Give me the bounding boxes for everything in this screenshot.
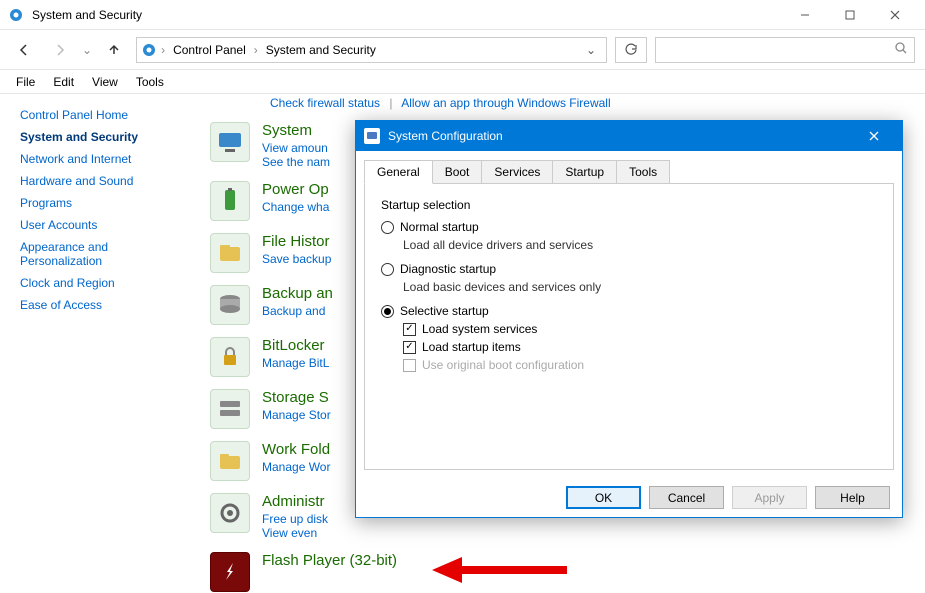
msconfig-icon — [364, 128, 380, 144]
chevron-right-icon[interactable]: › — [161, 43, 165, 57]
nav-forward-button[interactable] — [46, 36, 74, 64]
tab-pane-general: Startup selection Normal startup Load al… — [364, 183, 894, 470]
sidebar-item-home[interactable]: Control Panel Home — [20, 104, 190, 126]
backup-icon — [210, 285, 250, 325]
menu-file[interactable]: File — [8, 73, 43, 91]
chevron-right-icon[interactable]: › — [254, 43, 258, 57]
control-panel-icon — [8, 7, 24, 23]
sidebar-item-ease[interactable]: Ease of Access — [20, 294, 190, 316]
flash-icon — [210, 552, 250, 592]
dialog-close-button[interactable] — [854, 121, 894, 151]
menubar: File Edit View Tools — [0, 70, 925, 94]
check-label: Use original boot configuration — [422, 358, 584, 372]
check-load-startup-items[interactable]: Load startup items — [403, 340, 877, 354]
radio-label: Selective startup — [400, 304, 489, 318]
work-folders-icon — [210, 441, 250, 481]
dialog-titlebar[interactable]: System Configuration — [356, 121, 902, 151]
radio-label: Diagnostic startup — [400, 262, 496, 276]
bitlocker-icon — [210, 337, 250, 377]
system-configuration-dialog: System Configuration General Boot Servic… — [355, 120, 903, 518]
tab-tools[interactable]: Tools — [616, 160, 670, 184]
system-icon — [210, 122, 250, 162]
window-controls — [782, 0, 917, 30]
checkbox-icon — [403, 323, 416, 336]
firewall-links: Check firewall status | Allow an app thr… — [210, 94, 915, 116]
tab-boot[interactable]: Boot — [432, 160, 483, 184]
navbar: ⌄ › Control Panel › System and Security … — [0, 30, 925, 70]
radio-icon — [381, 221, 394, 234]
storage-icon — [210, 389, 250, 429]
address-bar[interactable]: › Control Panel › System and Security ⌄ — [136, 37, 607, 63]
cancel-button[interactable]: Cancel — [649, 486, 724, 509]
check-load-system-services[interactable]: Load system services — [403, 322, 877, 336]
radio-diagnostic-startup[interactable]: Diagnostic startup — [381, 262, 877, 276]
check-label: Load startup items — [422, 340, 521, 354]
ok-button[interactable]: OK — [566, 486, 641, 509]
search-input[interactable] — [655, 37, 915, 63]
dialog-button-row: OK Cancel Apply Help — [356, 478, 902, 517]
menu-edit[interactable]: Edit — [45, 73, 82, 91]
category-title: Flash Player (32-bit) — [262, 552, 915, 569]
sidebar-item-clock[interactable]: Clock and Region — [20, 272, 190, 294]
menu-view[interactable]: View — [84, 73, 126, 91]
titlebar: System and Security — [0, 0, 925, 30]
category-flash-player[interactable]: Flash Player (32-bit) — [210, 546, 915, 593]
sidebar-item-hardware[interactable]: Hardware and Sound — [20, 170, 190, 192]
radio-icon — [381, 305, 394, 318]
sidebar: Control Panel Home System and Security N… — [0, 94, 200, 593]
minimize-button[interactable] — [782, 0, 827, 30]
nav-back-button[interactable] — [10, 36, 38, 64]
admin-tools-icon — [210, 493, 250, 533]
radio-icon — [381, 263, 394, 276]
checkbox-icon — [403, 359, 416, 372]
help-button[interactable]: Help — [815, 486, 890, 509]
sidebar-item-users[interactable]: User Accounts — [20, 214, 190, 236]
checkbox-icon — [403, 341, 416, 354]
tab-general[interactable]: General — [364, 160, 433, 184]
dialog-tabs: General Boot Services Startup Tools — [356, 151, 902, 183]
window-title: System and Security — [32, 8, 142, 22]
dialog-title: System Configuration — [388, 129, 854, 143]
close-button[interactable] — [872, 0, 917, 30]
radio-label: Normal startup — [400, 220, 479, 234]
radio-normal-startup[interactable]: Normal startup — [381, 220, 877, 234]
file-history-icon — [210, 233, 250, 273]
sidebar-item-network[interactable]: Network and Internet — [20, 148, 190, 170]
tab-services[interactable]: Services — [481, 160, 553, 184]
control-panel-icon — [141, 42, 157, 58]
nav-up-button[interactable] — [100, 36, 128, 64]
category-link[interactable]: View even — [262, 526, 915, 540]
breadcrumb-current[interactable]: System and Security — [262, 43, 380, 57]
sidebar-item-system-security[interactable]: System and Security — [20, 126, 190, 148]
check-label: Load system services — [422, 322, 537, 336]
radio-desc: Load basic devices and services only — [403, 280, 877, 294]
radio-desc: Load all device drivers and services — [403, 238, 877, 252]
sidebar-item-appearance[interactable]: Appearance and Personalization — [20, 236, 190, 272]
menu-tools[interactable]: Tools — [128, 73, 172, 91]
tab-startup[interactable]: Startup — [552, 160, 617, 184]
check-original-boot-config: Use original boot configuration — [403, 358, 877, 372]
link-check-firewall[interactable]: Check firewall status — [270, 96, 380, 110]
power-icon — [210, 181, 250, 221]
breadcrumb-root[interactable]: Control Panel — [169, 43, 250, 57]
radio-selective-startup[interactable]: Selective startup — [381, 304, 877, 318]
apply-button: Apply — [732, 486, 807, 509]
sidebar-item-programs[interactable]: Programs — [20, 192, 190, 214]
search-icon — [894, 41, 908, 58]
maximize-button[interactable] — [827, 0, 872, 30]
refresh-button[interactable] — [615, 37, 647, 63]
group-label: Startup selection — [381, 198, 877, 212]
address-dropdown[interactable]: ⌄ — [580, 43, 602, 57]
link-allow-app[interactable]: Allow an app through Windows Firewall — [401, 96, 610, 110]
recent-locations-dropdown[interactable]: ⌄ — [82, 43, 92, 57]
